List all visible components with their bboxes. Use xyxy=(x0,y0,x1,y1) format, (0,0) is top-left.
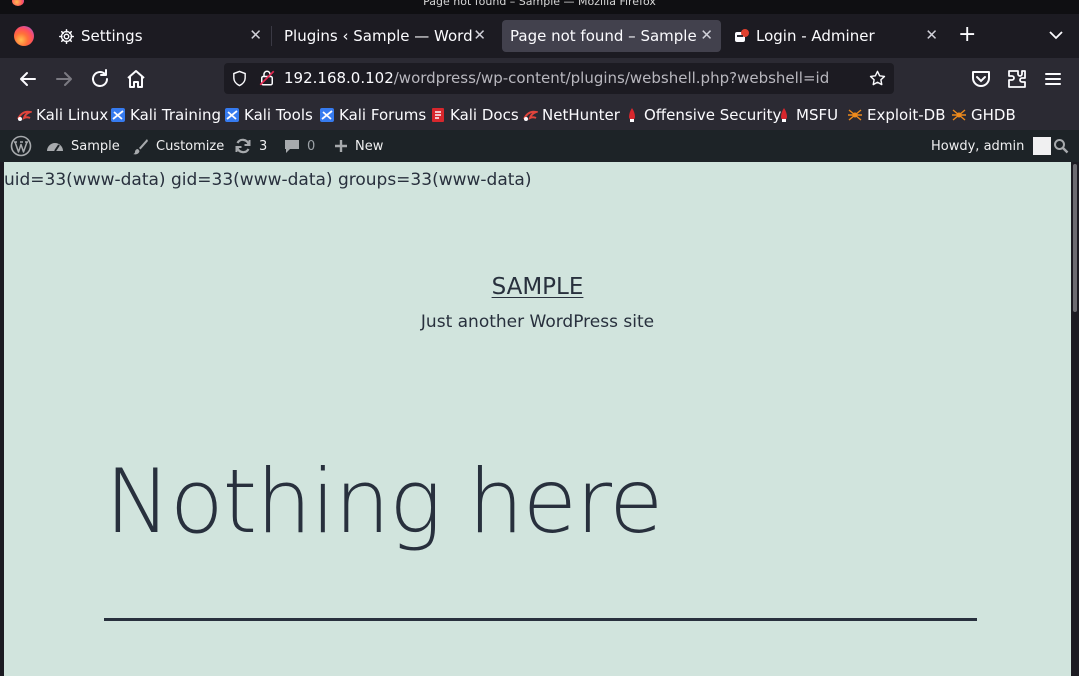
bookmark-label: Kali Forums xyxy=(339,106,427,124)
bookmark-label: Exploit-DB xyxy=(867,106,946,124)
menu-icon[interactable] xyxy=(1041,67,1065,91)
avatar xyxy=(1033,137,1052,155)
dashboard-icon xyxy=(47,143,63,152)
url-text[interactable]: 192.168.0.102/wordpress/wp-content/plugi… xyxy=(284,69,829,87)
home-icon[interactable] xyxy=(124,67,148,91)
reload-icon[interactable] xyxy=(88,67,112,91)
url-path: /wordpress/wp-content/plugins/webshell.p… xyxy=(393,69,830,87)
wp-search[interactable] xyxy=(1053,130,1069,162)
extensions-icon[interactable] xyxy=(1005,67,1029,91)
tab-page-not-found[interactable]: Page not found – Sample ✕ xyxy=(502,20,721,52)
customize-label: Customize xyxy=(156,138,225,154)
bookmark-kali-tools[interactable]: Kali Tools xyxy=(224,105,313,125)
firefox-icon[interactable] xyxy=(14,26,34,46)
search-icon xyxy=(1054,139,1069,154)
bookmark-msfu[interactable]: MSFU xyxy=(776,105,838,125)
wp-logo-menu[interactable] xyxy=(10,130,32,162)
tab-plugins[interactable]: Plugins ‹ Sample — WordPress ✕ xyxy=(272,14,494,58)
tab-label: Page not found – Sample xyxy=(510,27,697,45)
scrollbar-thumb[interactable] xyxy=(1073,164,1077,312)
updates-icon xyxy=(235,138,251,154)
kali-docs-icon xyxy=(432,108,444,122)
howdy-label: Howdy, admin xyxy=(931,138,1025,154)
page-content: uid=33(www-data) gid=33(www-data) groups… xyxy=(4,162,1071,676)
wp-admin-bar: Sample Customize 3 0 New Howdy, admin xyxy=(0,130,1079,162)
ghdb-icon xyxy=(952,109,966,121)
bookmark-label: Kali Docs xyxy=(450,106,519,124)
firefox-mini-icon xyxy=(12,0,24,6)
bookmark-kali-linux[interactable]: Kali Linux xyxy=(16,105,108,125)
offsec-icon xyxy=(629,108,635,122)
wordpress-icon xyxy=(10,135,32,157)
kali-training-icon xyxy=(111,108,125,122)
bookmark-exploit-db[interactable]: Exploit-DB xyxy=(847,105,946,125)
updates-count: 3 xyxy=(259,138,268,154)
window-title: Page not found – Sample — Mozilla Firefo… xyxy=(423,0,656,8)
bookmark-label: NetHunter xyxy=(542,106,620,124)
bookmark-label: Kali Linux xyxy=(36,106,109,124)
tab-adminer[interactable]: Login - Adminer ✕ xyxy=(724,14,946,58)
kali-icon xyxy=(17,110,32,121)
window-titlebar: Page not found – Sample — Mozilla Firefo… xyxy=(0,0,1079,14)
wp-customize[interactable]: Customize xyxy=(132,130,224,162)
bookmark-nethunter[interactable]: NetHunter xyxy=(522,105,620,125)
wp-updates[interactable]: 3 xyxy=(234,130,267,162)
bookmark-label: GHDB xyxy=(971,106,1016,124)
close-icon[interactable]: ✕ xyxy=(473,27,486,43)
bookmark-kali-training[interactable]: Kali Training xyxy=(110,105,221,125)
wp-site-name[interactable]: Sample xyxy=(46,130,120,162)
tab-strip: Settings ✕ Plugins ‹ Sample — WordPress … xyxy=(0,14,1079,58)
forward-icon[interactable] xyxy=(52,67,76,91)
bookmark-label: Kali Tools xyxy=(244,106,313,124)
bookmark-label: Offensive Security xyxy=(644,106,782,124)
url-bar[interactable]: 192.168.0.102/wordpress/wp-content/plugi… xyxy=(224,63,894,94)
adminer-icon xyxy=(735,29,749,42)
bookmark-star-icon[interactable] xyxy=(868,69,887,88)
bookmark-offensive-security[interactable]: Offensive Security xyxy=(624,105,781,125)
webshell-output: uid=33(www-data) gid=33(www-data) groups… xyxy=(4,170,532,190)
tab-label: Settings xyxy=(81,27,143,45)
shield-icon[interactable] xyxy=(231,70,248,87)
kali-tools-icon xyxy=(225,108,239,122)
gear-icon xyxy=(58,28,75,44)
site-description: Just another WordPress site xyxy=(420,312,655,332)
bookmark-label: Kali Training xyxy=(130,106,222,124)
comment-icon xyxy=(285,140,299,153)
plus-icon xyxy=(335,140,347,152)
divider xyxy=(104,618,977,621)
new-tab-button[interactable]: + xyxy=(958,24,976,46)
wp-new-content[interactable]: New xyxy=(334,130,383,162)
wp-comments[interactable]: 0 xyxy=(284,130,315,162)
chevron-down-icon[interactable] xyxy=(1046,25,1066,45)
tab-label: Login - Adminer xyxy=(756,27,875,45)
pocket-icon[interactable] xyxy=(969,67,993,91)
msfu-icon xyxy=(781,108,787,122)
site-title: SAMPLE xyxy=(4,274,1071,300)
site-title-link[interactable]: SAMPLE xyxy=(492,274,584,300)
site-name-label: Sample xyxy=(71,138,120,154)
tab-label: Plugins ‹ Sample — WordPress xyxy=(284,27,472,45)
back-icon[interactable] xyxy=(16,67,40,91)
close-icon[interactable]: ✕ xyxy=(925,27,938,43)
brush-icon xyxy=(133,138,148,154)
wp-my-account[interactable]: Howdy, admin xyxy=(931,130,1052,162)
exploitdb-icon xyxy=(848,109,862,121)
kali-forums-icon xyxy=(320,108,334,122)
bookmark-kali-docs[interactable]: Kali Docs xyxy=(430,105,519,125)
insecure-lock-icon[interactable] xyxy=(258,69,276,87)
page-title: Nothing here xyxy=(105,450,663,553)
bookmark-kali-forums[interactable]: Kali Forums xyxy=(319,105,426,125)
navigation-toolbar: 192.168.0.102/wordpress/wp-content/plugi… xyxy=(0,58,1079,100)
nethunter-icon xyxy=(523,110,538,121)
tab-settings[interactable]: Settings ✕ xyxy=(48,14,270,58)
scrollbar[interactable] xyxy=(1071,162,1079,676)
new-label: New xyxy=(355,138,384,154)
bookmarks-toolbar: Kali Linux Kali Training Kali Tools Kali… xyxy=(0,100,1079,130)
bookmark-label: MSFU xyxy=(796,106,839,124)
close-icon[interactable]: ✕ xyxy=(249,27,262,43)
url-host: 192.168.0.102 xyxy=(284,69,394,87)
comments-count: 0 xyxy=(307,138,316,154)
bookmark-ghdb[interactable]: GHDB xyxy=(951,105,1016,125)
close-icon[interactable]: ✕ xyxy=(700,27,713,43)
